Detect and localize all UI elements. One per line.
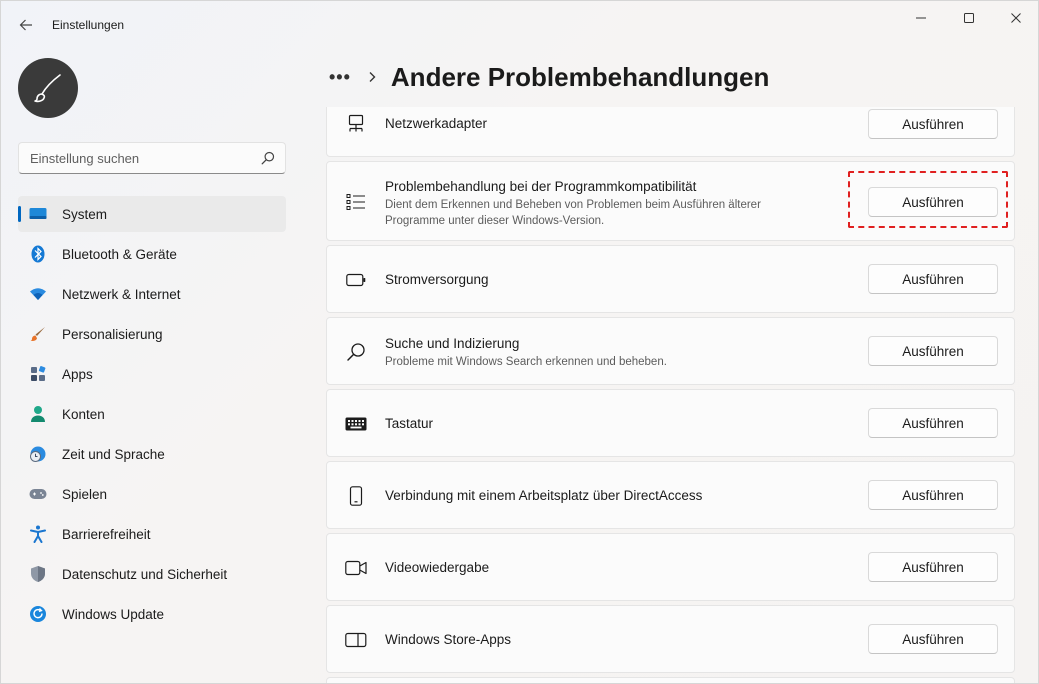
troubleshooter-keyboard: Tastatur Ausführen bbox=[326, 389, 1015, 457]
troubleshooter-title: Verbindung mit einem Arbeitsplatz über D… bbox=[385, 488, 703, 503]
minimize-button[interactable] bbox=[898, 5, 944, 31]
wifi-icon bbox=[29, 285, 47, 303]
troubleshooter-title: Videowiedergabe bbox=[385, 560, 490, 575]
troubleshooter-description: Probleme mit Windows Search erkennen und… bbox=[385, 356, 667, 368]
troubleshooter-title: Netzwerkadapter bbox=[385, 116, 488, 131]
run-video-playback-button[interactable]: Ausführen bbox=[868, 552, 998, 582]
sidebar-item-label: Spielen bbox=[62, 486, 108, 502]
search-input[interactable] bbox=[19, 143, 249, 173]
sidebar-item-apps[interactable]: Apps bbox=[18, 356, 286, 392]
video-icon bbox=[345, 557, 367, 579]
run-keyboard-button[interactable]: Ausführen bbox=[868, 408, 998, 438]
globe-clock-icon bbox=[29, 445, 47, 463]
troubleshooter-search-indexing: Suche und Indizierung Probleme mit Windo… bbox=[326, 317, 1015, 385]
keyboard-icon bbox=[345, 413, 367, 435]
sidebar-item-label: Apps bbox=[62, 366, 93, 382]
sidebar-item-system[interactable]: System bbox=[18, 196, 286, 232]
sidebar-item-label: Datenschutz und Sicherheit bbox=[62, 566, 228, 582]
sidebar-item-label: Barrierefreiheit bbox=[62, 526, 151, 542]
sidebar-item-gaming[interactable]: Spielen bbox=[18, 476, 286, 512]
troubleshooter-program-compatibility: Problembehandlung bei der Programmkompat… bbox=[326, 161, 1015, 241]
troubleshooter-next bbox=[326, 677, 1015, 683]
chevron-right-icon bbox=[367, 71, 377, 83]
run-store-apps-button[interactable]: Ausführen bbox=[868, 624, 998, 654]
troubleshooter-video-playback: Videowiedergabe Ausführen bbox=[326, 533, 1015, 601]
run-power-button[interactable]: Ausführen bbox=[868, 264, 998, 294]
app-title: Einstellungen bbox=[52, 18, 125, 32]
search-icon bbox=[345, 341, 367, 363]
sidebar-item-label: Netzwerk & Internet bbox=[62, 286, 181, 302]
run-network-adapter-button[interactable]: Ausführen bbox=[868, 109, 998, 139]
breadcrumb: ••• Andere Problembehandlungen bbox=[329, 59, 769, 95]
battery-icon bbox=[345, 269, 367, 291]
troubleshooter-network-adapter: Netzwerkadapter Ausführen bbox=[326, 107, 1015, 157]
phone-icon bbox=[345, 485, 367, 507]
minimize-icon bbox=[916, 17, 926, 19]
settings-search bbox=[18, 142, 286, 174]
troubleshooter-list: Netzwerkadapter Ausführen Problembehandl… bbox=[326, 107, 1015, 683]
sidebar-nav: System Bluetooth & Geräte Netzwerk & Int… bbox=[18, 196, 286, 636]
troubleshooter-title: Stromversorgung bbox=[385, 272, 489, 287]
sidebar-item-windows-update[interactable]: Windows Update bbox=[18, 596, 286, 632]
brush-avatar-icon bbox=[34, 74, 61, 103]
person-icon bbox=[29, 405, 47, 423]
sidebar-item-label: Zeit und Sprache bbox=[62, 446, 165, 462]
page-title: Andere Problembehandlungen bbox=[390, 61, 770, 92]
sidebar-item-accounts[interactable]: Konten bbox=[18, 396, 286, 432]
troubleshooter-title: Suche und Indizierung bbox=[385, 336, 520, 351]
update-icon bbox=[29, 605, 47, 623]
run-search-indexing-button[interactable]: Ausführen bbox=[868, 336, 998, 366]
sidebar-item-label: Bluetooth & Geräte bbox=[62, 246, 177, 262]
troubleshooter-description: Dient dem Erkennen und Beheben von Probl… bbox=[385, 199, 761, 227]
brush-icon bbox=[29, 325, 47, 343]
run-directaccess-button[interactable]: Ausführen bbox=[868, 480, 998, 510]
sidebar-item-label: System bbox=[62, 206, 108, 222]
troubleshooter-title: Tastatur bbox=[385, 416, 434, 431]
apps-icon bbox=[29, 365, 47, 383]
sidebar-item-accessibility[interactable]: Barrierefreiheit bbox=[18, 516, 286, 552]
store-apps-icon bbox=[345, 629, 367, 651]
user-avatar[interactable] bbox=[18, 58, 78, 118]
sidebar-item-label: Personalisierung bbox=[62, 326, 163, 342]
title-bar: Einstellungen bbox=[1, 1, 1038, 49]
search-icon[interactable] bbox=[261, 151, 275, 165]
maximize-button[interactable] bbox=[946, 5, 992, 31]
troubleshooter-title: Problembehandlung bei der Programmkompat… bbox=[385, 179, 697, 194]
run-program-compatibility-button[interactable]: Ausführen bbox=[868, 187, 998, 217]
monitor-icon bbox=[29, 205, 47, 223]
troubleshooter-directaccess: Verbindung mit einem Arbeitsplatz über D… bbox=[326, 461, 1015, 529]
close-icon bbox=[1011, 13, 1021, 23]
sidebar-item-personalization[interactable]: Personalisierung bbox=[18, 316, 286, 352]
sidebar-item-network[interactable]: Netzwerk & Internet bbox=[18, 276, 286, 312]
sidebar-item-time-language[interactable]: Zeit und Sprache bbox=[18, 436, 286, 472]
gamepad-icon bbox=[29, 485, 47, 503]
troubleshooter-title: Windows Store-Apps bbox=[385, 632, 512, 647]
shield-icon bbox=[29, 565, 47, 583]
settings-window: Einstellungen System bbox=[0, 0, 1039, 684]
close-button[interactable] bbox=[993, 5, 1038, 31]
accessibility-icon bbox=[29, 525, 47, 543]
troubleshooter-store-apps: Windows Store-Apps Ausführen bbox=[326, 605, 1015, 673]
back-button[interactable] bbox=[13, 13, 39, 37]
arrow-left-icon bbox=[19, 19, 32, 31]
sidebar-item-label: Windows Update bbox=[62, 606, 165, 622]
list-icon bbox=[345, 191, 367, 213]
maximize-icon bbox=[964, 13, 974, 23]
sidebar-item-label: Konten bbox=[62, 406, 105, 422]
breadcrumb-more-button[interactable]: ••• bbox=[329, 67, 351, 88]
troubleshooter-power: Stromversorgung Ausführen bbox=[326, 245, 1015, 313]
network-adapter-icon bbox=[345, 113, 367, 135]
bluetooth-icon bbox=[29, 245, 47, 263]
sidebar-item-bluetooth[interactable]: Bluetooth & Geräte bbox=[18, 236, 286, 272]
sidebar-item-privacy-security[interactable]: Datenschutz und Sicherheit bbox=[18, 556, 286, 592]
